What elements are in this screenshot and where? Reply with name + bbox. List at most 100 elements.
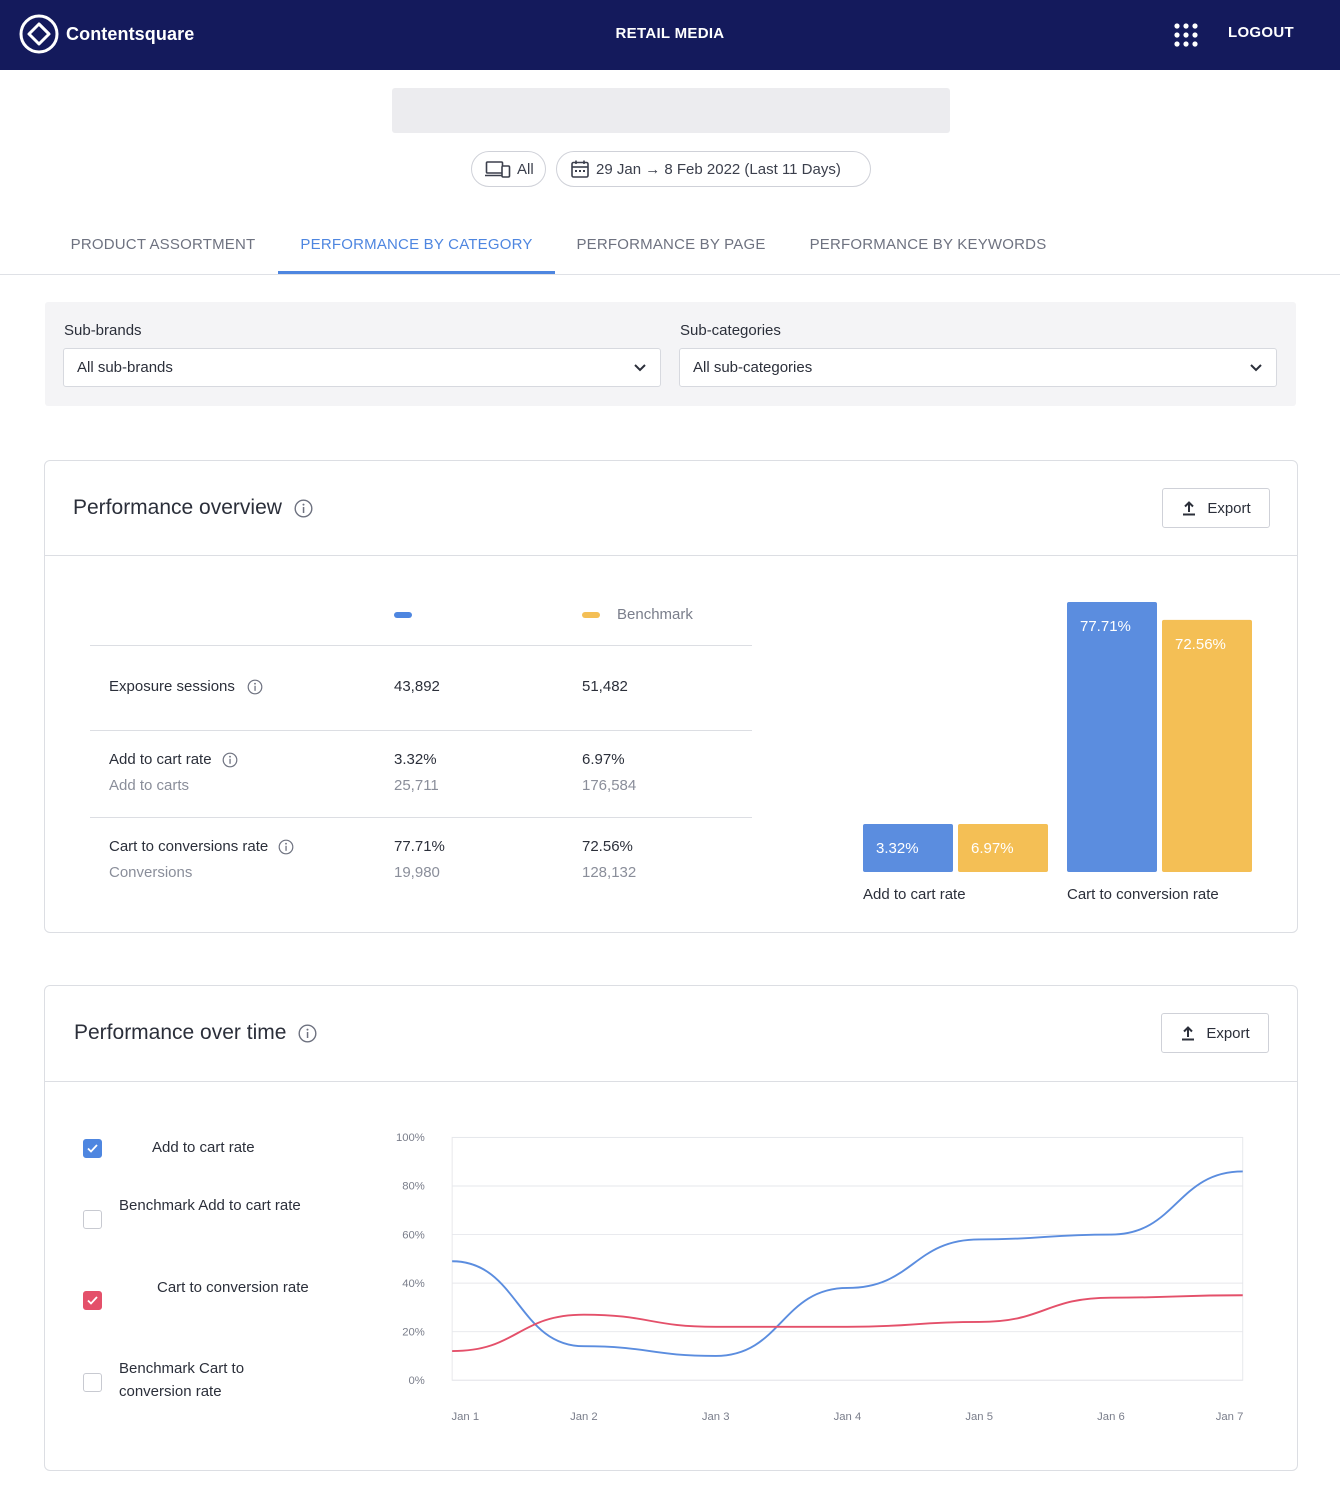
tab-product-assortment[interactable]: PRODUCT ASSORTMENT (48, 222, 278, 274)
info-icon[interactable] (247, 679, 263, 695)
overview-title-text: Performance overview (73, 496, 282, 519)
table-divider (90, 730, 752, 731)
section-tabs: PRODUCT ASSORTMENT PERFORMANCE BY CATEGO… (0, 222, 1340, 275)
filter-panel: Sub-brands All sub-brands Sub-categories… (45, 302, 1296, 406)
over-time-export-label: Export (1206, 1024, 1250, 1042)
row-value: 3.32% (394, 751, 437, 768)
table-row-label: Cart to conversions rate (109, 838, 294, 855)
row-benchmark-value: 6.97% (582, 751, 625, 768)
tab-performance-by-page[interactable]: PERFORMANCE BY PAGE (555, 222, 787, 274)
devices-icon (485, 161, 511, 178)
line-series-cart-to-conversion-rate[interactable] (452, 1294, 1243, 1353)
chevron-down-icon (634, 364, 646, 372)
overview-export-button[interactable]: Export (1162, 488, 1270, 528)
toggle-label: Benchmark Cart to conversion rate (119, 1360, 245, 1400)
check-icon (87, 1144, 98, 1153)
y-tick-label: 20% (402, 1326, 425, 1338)
tab-performance-by-keywords[interactable]: PERFORMANCE BY KEYWORDS (787, 222, 1069, 274)
performance-overview-card: Performance overview Export Benchmark Ex… (44, 460, 1298, 933)
info-icon[interactable] (294, 498, 313, 518)
brand-logo[interactable]: Contentsquare (18, 13, 194, 55)
bar-data-label: 3.32% (876, 840, 919, 857)
toggle-label: Cart to conversion rate (157, 1279, 309, 1296)
x-tick-label: Jan 6 (1097, 1411, 1125, 1423)
chevron-down-icon (1250, 364, 1262, 372)
row-benchmark-sub: 128,132 (582, 864, 637, 881)
upload-icon (1182, 1026, 1195, 1041)
subbrands-select[interactable]: All sub-brands (63, 348, 661, 387)
toggle-benchmark-cart-to-conversion[interactable] (83, 1373, 102, 1392)
info-icon[interactable] (298, 1023, 317, 1043)
tab-performance-by-category[interactable]: PERFORMANCE BY CATEGORY (278, 222, 555, 274)
logout-button[interactable]: LOGOUT (1228, 24, 1294, 41)
subbrands-value: All sub-brands (77, 359, 173, 376)
card-header-divider (45, 1081, 1297, 1082)
bar-primary[interactable] (1067, 602, 1157, 872)
line-series-add-to-cart-rate[interactable] (452, 1170, 1243, 1357)
subbrands-label: Sub-brands (64, 322, 142, 339)
upload-icon (1183, 501, 1196, 516)
row-benchmark-value: 51,482 (582, 678, 628, 695)
row-label-text: Exposure sessions (109, 678, 235, 695)
over-time-export-button[interactable]: Export (1161, 1013, 1269, 1053)
overview-title: Performance overview (73, 496, 313, 520)
x-tick-label: Jan 5 (965, 1411, 993, 1423)
check-icon (87, 1296, 98, 1305)
x-tick-label: Jan 4 (834, 1411, 862, 1423)
plot-area (451, 1136, 1244, 1381)
subcategories-value: All sub-categories (693, 359, 813, 376)
date-range-pill[interactable]: 29 Jan → 8 Feb 2022 (Last 11 Days) (556, 151, 871, 187)
apps-grid-button[interactable] (1172, 21, 1200, 49)
subcategories-label: Sub-categories (680, 322, 781, 339)
card-header-divider (45, 555, 1297, 556)
row-benchmark-value: 72.56% (582, 838, 633, 855)
row-value-sub: 19,980 (394, 864, 440, 881)
apps-grid-icon (1174, 23, 1198, 47)
row-benchmark-sub: 176,584 (582, 777, 637, 794)
row-value-sub: 25,711 (394, 777, 439, 794)
bar-benchmark[interactable] (1162, 619, 1252, 872)
info-icon[interactable] (222, 752, 238, 768)
bar-data-label: 72.56% (1175, 636, 1226, 653)
brand-name: Contentsquare (66, 23, 195, 44)
over-time-title: Performance over time (74, 1021, 317, 1045)
performance-over-time-card: Performance over time Export Add to cart… (44, 985, 1298, 1471)
legend-swatch-primary (394, 612, 412, 618)
bar-data-label: 77.71% (1080, 618, 1131, 635)
table-row-label: Add to cart rate (109, 751, 238, 768)
x-tick-label: Jan 2 (570, 1411, 598, 1423)
row-value: 43,892 (394, 678, 440, 695)
search-placeholder-bar[interactable] (392, 88, 950, 133)
legend-swatch-benchmark (582, 612, 600, 618)
performance-line-chart: 0% 20% 40% 60% 80% 100% Jan 1 Jan 2 Jan 3 Jan 4 Ja… (396, 1132, 1244, 1423)
overview-bar-chart: 3.32% 6.97% Add to cart rate 77.71% 72.56% Ca… (863, 602, 1252, 903)
y-tick-label: 0% (409, 1375, 425, 1387)
x-tick-label: Jan 3 (702, 1411, 730, 1423)
overview-export-label: Export (1207, 499, 1251, 517)
toggle-label: Add to cart rate (152, 1139, 255, 1156)
toggle-add-to-cart-rate[interactable] (83, 1139, 102, 1158)
bar-category-label: Cart to conversion rate (1067, 886, 1219, 903)
active-tab-indicator (278, 271, 555, 274)
toggle-benchmark-add-to-cart[interactable] (83, 1210, 102, 1229)
over-time-title-text: Performance over time (74, 1021, 287, 1044)
row-label-text: Add to cart rate (109, 751, 212, 768)
subcategories-select[interactable]: All sub-categories (679, 348, 1277, 387)
table-divider (90, 645, 752, 646)
device-filter-label: All (517, 160, 534, 178)
y-tick-label: 100% (396, 1132, 425, 1144)
toggle-label: Benchmark Add to cart rate (119, 1197, 301, 1214)
calendar-icon (571, 160, 589, 178)
y-tick-label: 40% (402, 1278, 425, 1290)
device-filter-pill[interactable]: All (471, 151, 546, 187)
app-title: RETAIL MEDIA (615, 25, 725, 42)
date-range-label: 29 Jan → 8 Feb 2022 (Last 11 Days) (596, 160, 841, 178)
top-bar: Contentsquare RETAIL MEDIA LOGOUT (0, 0, 1340, 70)
table-row-label: Exposure sessions (109, 678, 263, 695)
row-sublabel: Conversions (109, 864, 193, 881)
y-tick-label: 60% (402, 1229, 425, 1241)
info-icon[interactable] (278, 839, 294, 855)
row-value: 77.71% (394, 838, 445, 855)
toggle-cart-to-conversion[interactable] (83, 1291, 102, 1310)
x-tick-label: Jan 7 (1216, 1411, 1244, 1423)
